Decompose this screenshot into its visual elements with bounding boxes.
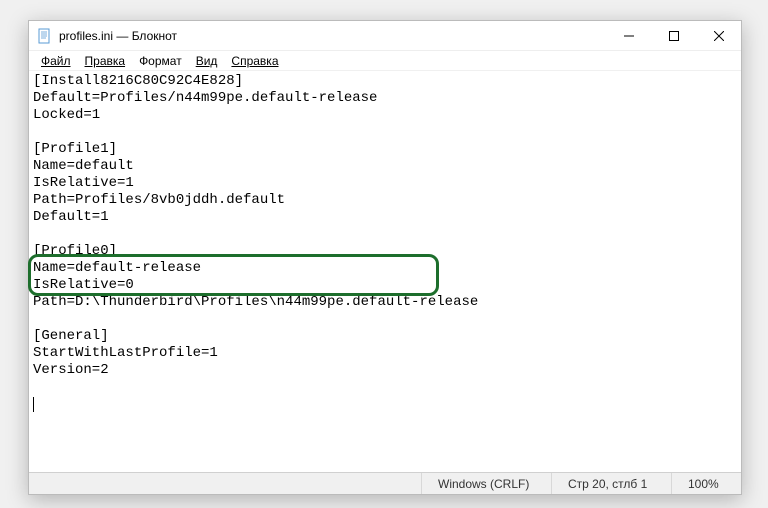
statusbar: Windows (CRLF) Стр 20, стлб 1 100% [29,472,741,494]
titlebar[interactable]: profiles.ini — Блокнот [29,21,741,51]
status-zoom: 100% [671,473,741,494]
menu-file[interactable]: Файл [35,53,77,69]
notepad-icon [37,28,53,44]
menubar: Файл Правка Формат Вид Справка [29,51,741,71]
maximize-button[interactable] [651,21,696,50]
menu-help[interactable]: Справка [225,53,284,69]
status-encoding: Windows (CRLF) [421,473,551,494]
menu-view[interactable]: Вид [190,53,224,69]
editor-area[interactable]: [Install8216C80C92C4E828] Default=Profil… [29,71,741,472]
window-title: profiles.ini — Блокнот [59,29,606,43]
text-cursor [33,397,34,412]
close-button[interactable] [696,21,741,50]
notepad-window: profiles.ini — Блокнот Файл Правка Форма… [28,20,742,495]
menu-edit[interactable]: Правка [79,53,132,69]
minimize-button[interactable] [606,21,651,50]
text-content[interactable]: [Install8216C80C92C4E828] Default=Profil… [33,73,737,470]
window-controls [606,21,741,50]
menu-format[interactable]: Формат [133,53,188,69]
status-spacer [29,473,421,494]
status-position: Стр 20, стлб 1 [551,473,671,494]
